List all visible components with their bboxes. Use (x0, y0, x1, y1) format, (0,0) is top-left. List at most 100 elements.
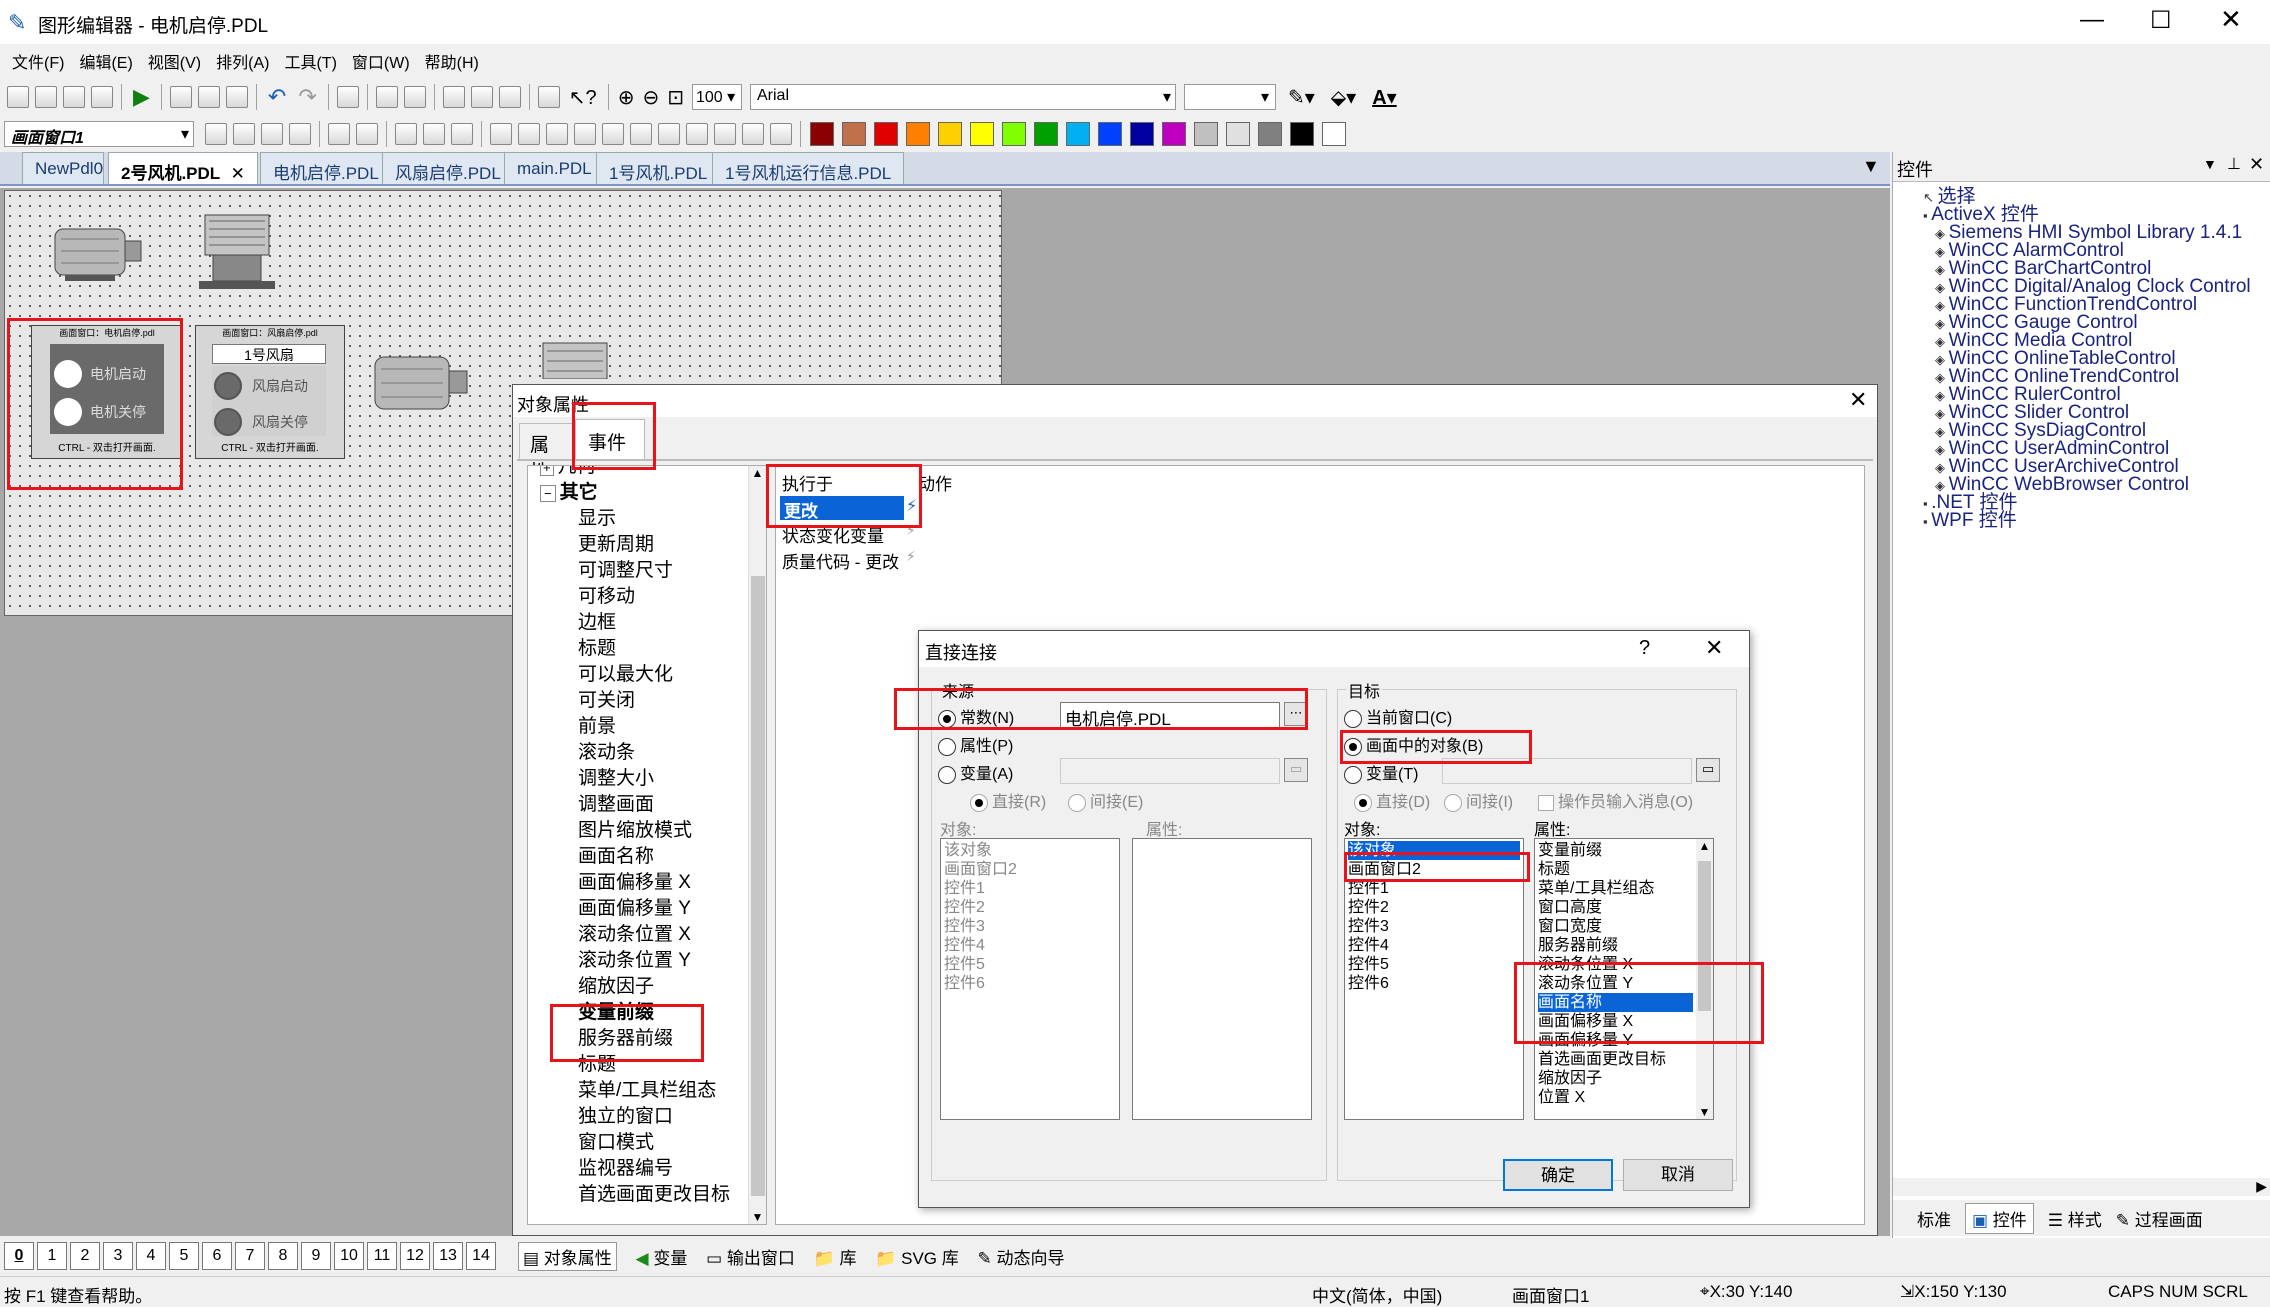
list-item[interactable]: 位置 X (1538, 1088, 1693, 1107)
undo-icon[interactable]: ↶ (268, 84, 286, 110)
list-item[interactable]: 控件5 (944, 955, 1116, 974)
list-item[interactable]: 标题 (1538, 860, 1693, 879)
list-item[interactable]: 控件2 (944, 898, 1116, 917)
whats-this-icon[interactable]: ↖? (569, 85, 597, 110)
ok-button[interactable]: 确定 (1503, 1159, 1613, 1191)
event-row-tag-change[interactable]: 状态变化变量 (782, 522, 884, 547)
menu-view[interactable]: 视图(V) (148, 49, 201, 73)
browse-tag-button[interactable]: ▭ (1284, 758, 1308, 782)
property-item[interactable]: 滚动条位置 X (578, 922, 730, 948)
list-item[interactable]: 变量前缀 (1538, 841, 1693, 860)
layer-button[interactable]: 13 (433, 1242, 463, 1270)
close-icon[interactable]: ✕ (2220, 4, 2242, 35)
color-swatch[interactable] (970, 122, 994, 146)
tab-main[interactable]: main.PDL (504, 152, 605, 184)
panel-menu-icon[interactable]: ▼ (2203, 156, 2217, 172)
tree-scrollbar[interactable]: ▲ ▼ (748, 466, 766, 1224)
property-item[interactable]: 可以最大化 (578, 662, 730, 688)
fan-stop-label[interactable]: 风扇关停 (252, 412, 308, 432)
maximize-icon[interactable]: ☐ (2150, 6, 2172, 35)
zoom-select[interactable]: 100 ▾ (691, 84, 742, 110)
distribute-v-icon[interactable] (686, 123, 708, 145)
dialog-close-icon[interactable]: ✕ (1705, 635, 1723, 661)
fan-graphic[interactable] (195, 211, 279, 293)
tab-object-properties[interactable]: ▤ 对象属性 (518, 1242, 617, 1271)
layer-button[interactable]: 7 (235, 1242, 265, 1270)
tab-styles[interactable]: ☰ 样式 (2048, 1206, 2102, 1231)
target-object-list[interactable]: 该对象 画面窗口2 控件1 控件2 控件3 控件4 控件5 控件6 (1344, 838, 1524, 1120)
save-icon[interactable] (91, 86, 113, 108)
property-item[interactable]: 图片缩放模式 (578, 818, 730, 844)
property-item[interactable]: 标题 (578, 1052, 730, 1078)
layer-button[interactable]: 9 (301, 1242, 331, 1270)
fan-graphic-2[interactable] (533, 339, 617, 379)
grid-icon[interactable] (375, 86, 398, 108)
color-swatch[interactable] (1130, 122, 1154, 146)
browse-pdl-button[interactable]: ⋯ (1284, 702, 1308, 726)
minimize-icon[interactable]: — (2080, 6, 2104, 34)
property-item[interactable]: 调整大小 (578, 766, 730, 792)
property-item[interactable]: 标题 (578, 636, 730, 662)
list-item[interactable]: 画面窗口2 (944, 860, 1116, 879)
layers-icon[interactable] (442, 86, 465, 108)
color-swatch[interactable] (1002, 122, 1026, 146)
font-select[interactable]: Arial ▾ (749, 84, 1176, 110)
property-item[interactable]: 显示 (578, 506, 730, 532)
layer-button[interactable]: 14 (466, 1242, 496, 1270)
color-swatch[interactable] (842, 122, 866, 146)
layer-button[interactable]: 1 (37, 1242, 67, 1270)
new-icon[interactable] (7, 86, 29, 108)
property-item[interactable]: 前景 (578, 714, 730, 740)
target-direct-radio[interactable]: 直接(D) (1354, 788, 1430, 812)
list-item[interactable]: 控件6 (944, 974, 1116, 993)
property-item[interactable]: 画面偏移量 X (578, 870, 730, 896)
property-item[interactable]: 菜单/工具栏组态 (578, 1078, 730, 1104)
list-item[interactable]: 控件4 (944, 936, 1116, 955)
fill-color-icon[interactable]: ⬙▾ (1331, 85, 1356, 110)
list-item[interactable]: 菜单/工具栏组态 (1538, 879, 1693, 898)
print-icon[interactable] (336, 86, 359, 108)
tab-fan2[interactable]: 2号风机.PDL ✕ (108, 152, 258, 184)
layer-button[interactable]: 4 (136, 1242, 166, 1270)
tab-newpdl0[interactable]: NewPdl0 (22, 152, 104, 184)
property-item[interactable]: 滚动条 (578, 740, 730, 766)
motor-graphic-2[interactable] (371, 349, 469, 419)
list-item[interactable]: 控件6 (1348, 974, 1520, 993)
color-swatch[interactable] (938, 122, 962, 146)
list-item[interactable]: 画面偏移量 Y (1538, 1031, 1693, 1050)
mirror-icon[interactable] (423, 123, 445, 145)
motor-start-label[interactable]: 电机启动 (90, 364, 146, 384)
event-row-change[interactable]: 更改 (780, 496, 904, 521)
align-left-icon[interactable] (490, 123, 512, 145)
operator-msg-checkbox[interactable]: 操作员输入消息(O) (1538, 788, 1693, 812)
list-item[interactable]: 画面偏移量 X (1538, 1012, 1693, 1031)
motor-stop-label[interactable]: 电机关停 (90, 402, 146, 422)
layer-button[interactable]: 12 (400, 1242, 430, 1270)
rotate-icon[interactable] (395, 123, 417, 145)
list-item[interactable]: 窗口高度 (1538, 898, 1693, 917)
color-swatch[interactable] (1290, 122, 1314, 146)
property-item[interactable]: 首选画面更改目标 (578, 1182, 730, 1208)
tab-fan1[interactable]: 1号风机.PDL (596, 152, 721, 184)
bring-front-icon[interactable] (205, 123, 227, 145)
source-direct-radio[interactable]: 直接(R) (970, 788, 1046, 812)
tree-group-geometry[interactable]: + 几何 (540, 466, 596, 480)
font-size-select[interactable]: ▾ (1183, 84, 1276, 110)
property-item[interactable]: 监视器编号 (578, 1156, 730, 1182)
browse-target-tag-button[interactable]: ▭ (1696, 758, 1720, 782)
flip-h-icon[interactable] (328, 123, 350, 145)
menu-tools[interactable]: 工具(T) (284, 49, 336, 73)
send-back-icon[interactable] (233, 123, 255, 145)
property-item[interactable]: 画面偏移量 Y (578, 896, 730, 922)
tree-group-other[interactable]: − 其它 (540, 480, 598, 506)
run-icon[interactable]: ▶ (133, 84, 150, 110)
list-item[interactable]: 该对象 (1348, 841, 1520, 860)
source-constant-radio[interactable]: 常数(N) (938, 704, 1014, 728)
tab-fan1-info[interactable]: 1号风机运行信息.PDL (712, 152, 905, 184)
property-item[interactable]: 可移动 (578, 584, 730, 610)
center-h-icon[interactable] (602, 123, 624, 145)
same-height-icon[interactable] (742, 123, 764, 145)
property-item[interactable]: 可调整尺寸 (578, 558, 730, 584)
tab-close-icon[interactable]: ✕ (231, 164, 245, 183)
zoom-in-icon[interactable]: ⊕ (618, 85, 635, 110)
